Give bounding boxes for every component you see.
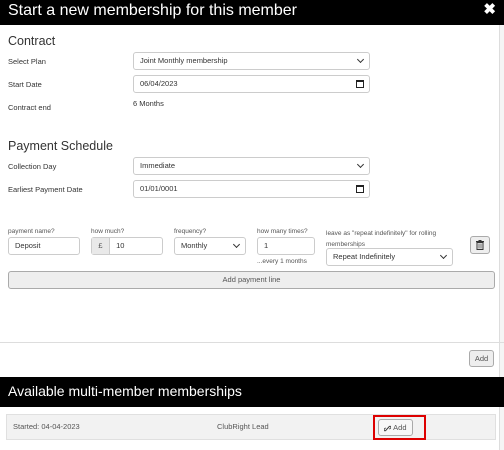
payment-schedule-heading: Payment Schedule xyxy=(8,139,113,153)
contract-heading: Contract xyxy=(8,34,56,48)
collection-day-select[interactable]: Immediate xyxy=(133,157,370,175)
chevron-down-icon xyxy=(439,251,448,260)
close-button[interactable]: ✖ xyxy=(483,0,496,20)
times-value: 1 xyxy=(264,241,269,250)
footer-divider xyxy=(0,342,504,343)
plan-select-value: Joint Monthly membership xyxy=(140,56,228,65)
repeat-label: leave as "repeat indefinitely" for rolli… xyxy=(326,230,437,248)
start-date-input[interactable]: 06/04/2023 xyxy=(133,75,370,93)
repeat-select[interactable]: Repeat Indefinitely xyxy=(326,248,453,266)
times-label: how many times? xyxy=(257,228,308,235)
currency-symbol: £ xyxy=(92,238,110,254)
highlight-box xyxy=(373,415,426,440)
payment-name-label: payment name? xyxy=(8,228,55,235)
amount-label: how much? xyxy=(91,228,125,235)
repeat-value: Repeat Indefinitely xyxy=(333,252,396,261)
earliest-payment-input[interactable]: 01/01/0001 xyxy=(133,180,370,198)
add-button[interactable]: Add xyxy=(469,350,494,367)
delete-line-button[interactable] xyxy=(470,236,490,254)
chevron-down-icon xyxy=(232,240,241,249)
contract-end-value: 6 Months xyxy=(133,99,164,108)
frequency-select[interactable]: Monthly xyxy=(174,237,246,255)
start-date-value: 06/04/2023 xyxy=(140,79,178,88)
modal-title: Start a new membership for this member xyxy=(8,2,297,19)
start-date-label: Start Date xyxy=(8,80,42,89)
collection-day-value: Immediate xyxy=(140,161,176,170)
trash-icon xyxy=(476,240,484,250)
times-help: ...every 1 months xyxy=(257,258,307,265)
started-cell: Started: 04-04-2023 xyxy=(13,422,80,431)
earliest-payment-label: Earliest Payment Date xyxy=(8,185,83,194)
payment-name-value: Deposit xyxy=(15,241,41,250)
chevron-down-icon xyxy=(356,55,365,64)
add-payment-line-button[interactable]: Add payment line xyxy=(8,271,495,289)
select-plan-label: Select Plan xyxy=(8,57,46,66)
frequency-label: frequency? xyxy=(174,228,207,235)
amount-input[interactable]: £ 10 xyxy=(91,237,163,255)
modal-header: Start a new membership for this member ✖ xyxy=(0,0,504,25)
chevron-down-icon xyxy=(356,160,365,169)
times-input[interactable]: 1 xyxy=(257,237,315,255)
payment-name-input[interactable]: Deposit xyxy=(8,237,80,255)
earliest-payment-value: 01/01/0001 xyxy=(140,184,178,193)
contract-end-label: Contract end xyxy=(8,103,51,112)
frequency-value: Monthly xyxy=(181,241,208,250)
lead-cell: ClubRight Lead xyxy=(217,422,269,431)
calendar-icon[interactable] xyxy=(356,80,364,88)
available-header: Available multi-member memberships xyxy=(0,377,504,407)
collection-day-label: Collection Day xyxy=(8,162,57,171)
calendar-icon[interactable] xyxy=(356,185,364,193)
plan-select[interactable]: Joint Monthly membership xyxy=(133,52,370,70)
available-title: Available multi-member memberships xyxy=(8,383,242,399)
amount-value: 10 xyxy=(116,241,125,250)
